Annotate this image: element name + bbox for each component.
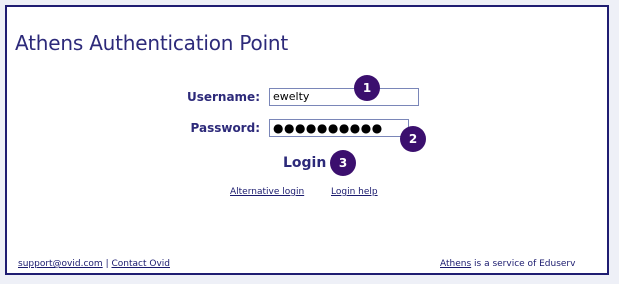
login-help-link[interactable]: Login help <box>331 187 378 197</box>
password-label: Password: <box>190 121 261 135</box>
login-button[interactable]: Login <box>283 155 326 171</box>
footer-left: support@ovid.com | Contact Ovid <box>18 259 170 269</box>
password-field[interactable]: ●●●●●●●●●● <box>269 119 409 137</box>
password-mask: ●●●●●●●●●● <box>273 121 383 135</box>
footer-right: Athens is a service of Eduserv <box>440 259 575 269</box>
username-field[interactable]: ewelty <box>269 88 419 106</box>
username-label: Username: <box>186 90 260 104</box>
alternative-login-link[interactable]: Alternative login <box>230 187 304 197</box>
step-badge-1: 1 <box>354 75 380 101</box>
footer-separator: | <box>105 259 109 269</box>
step-badge-2: 2 <box>400 126 426 152</box>
service-text: is a service of Eduserv <box>471 259 576 269</box>
page-background: Athens Authentication Point Username: ew… <box>0 0 619 284</box>
athens-link[interactable]: Athens <box>440 259 471 269</box>
support-email-link[interactable]: support@ovid.com <box>18 259 103 269</box>
step-badge-3: 3 <box>330 150 356 176</box>
contact-ovid-link[interactable]: Contact Ovid <box>111 259 170 269</box>
page-title: Athens Authentication Point <box>15 31 289 55</box>
